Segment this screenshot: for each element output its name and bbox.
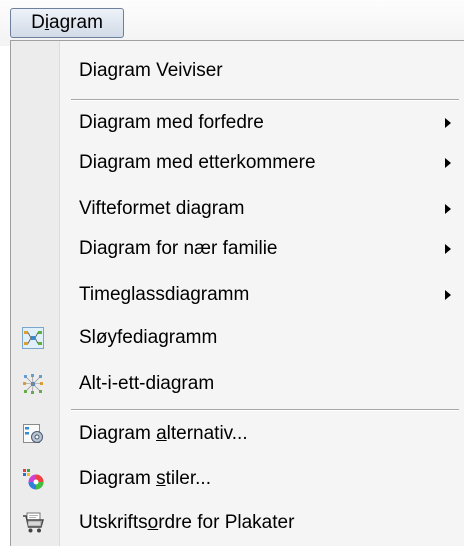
menu-item-label: Sløyfediagramm: [79, 327, 218, 348]
menu-item-fan-chart[interactable]: Vifteformet diagram: [11, 189, 463, 229]
submenu-arrow-icon: [445, 118, 451, 128]
menu-item-ancestor-chart[interactable]: Diagram med forfedre: [11, 103, 463, 143]
menu-separator: [71, 99, 459, 101]
submenu-arrow-icon: [445, 158, 451, 168]
menu-item-label: Diagram alternativ...: [79, 423, 248, 444]
menu-item-label: Diagram med forfedre: [79, 112, 264, 133]
menu-item-family-chart[interactable]: Diagram for nær familie: [11, 229, 463, 269]
menu-diagram[interactable]: Diagram: [10, 8, 124, 38]
poster-print-order-icon: [23, 512, 44, 533]
menu-item-label: Vifteformet diagram: [79, 198, 245, 219]
menu-item-label: Diagram for nær familie: [79, 238, 278, 259]
menu-item-poster-print-order[interactable]: Utskriftsordre for Plakater: [11, 503, 463, 543]
diagram-dropdown-menu: Diagram Veiviser Diagram med forfedre Di…: [10, 40, 464, 546]
menu-item-label: Diagram Veiviser: [79, 60, 223, 81]
bowtie-chart-icon: [22, 327, 44, 349]
chart-styles-icon: [23, 469, 44, 490]
menu-item-diagram-veiviser[interactable]: Diagram Veiviser: [11, 51, 463, 91]
menu-item-label: Diagram stiler...: [79, 468, 211, 489]
menu-title-text-rest: agram: [49, 12, 103, 33]
menu-item-label: Utskriftsordre for Plakater: [79, 512, 295, 533]
menu-item-descendant-chart[interactable]: Diagram med etterkommere: [11, 143, 463, 183]
menu-item-chart-styles[interactable]: Diagram stiler...: [11, 459, 463, 499]
menu-item-hourglass-chart[interactable]: Timeglassdiagramm: [11, 275, 463, 315]
submenu-arrow-icon: [445, 244, 451, 254]
menu-item-chart-options[interactable]: Diagram alternativ...: [11, 414, 463, 454]
menu-item-bowtie-chart[interactable]: Sløyfediagramm: [11, 318, 463, 358]
all-in-one-chart-icon: [23, 374, 43, 394]
menu-item-all-in-one-chart[interactable]: Alt-i-ett-diagram: [11, 364, 463, 404]
chart-options-icon: [23, 424, 43, 443]
menu-separator: [71, 409, 459, 411]
menu-item-label: Alt-i-ett-diagram: [79, 373, 215, 394]
submenu-arrow-icon: [445, 204, 451, 214]
menu-item-label: Diagram med etterkommere: [79, 152, 316, 173]
menu-item-label: Timeglassdiagramm: [79, 284, 250, 305]
submenu-arrow-icon: [445, 290, 451, 300]
menu-title-text: D: [31, 12, 45, 33]
